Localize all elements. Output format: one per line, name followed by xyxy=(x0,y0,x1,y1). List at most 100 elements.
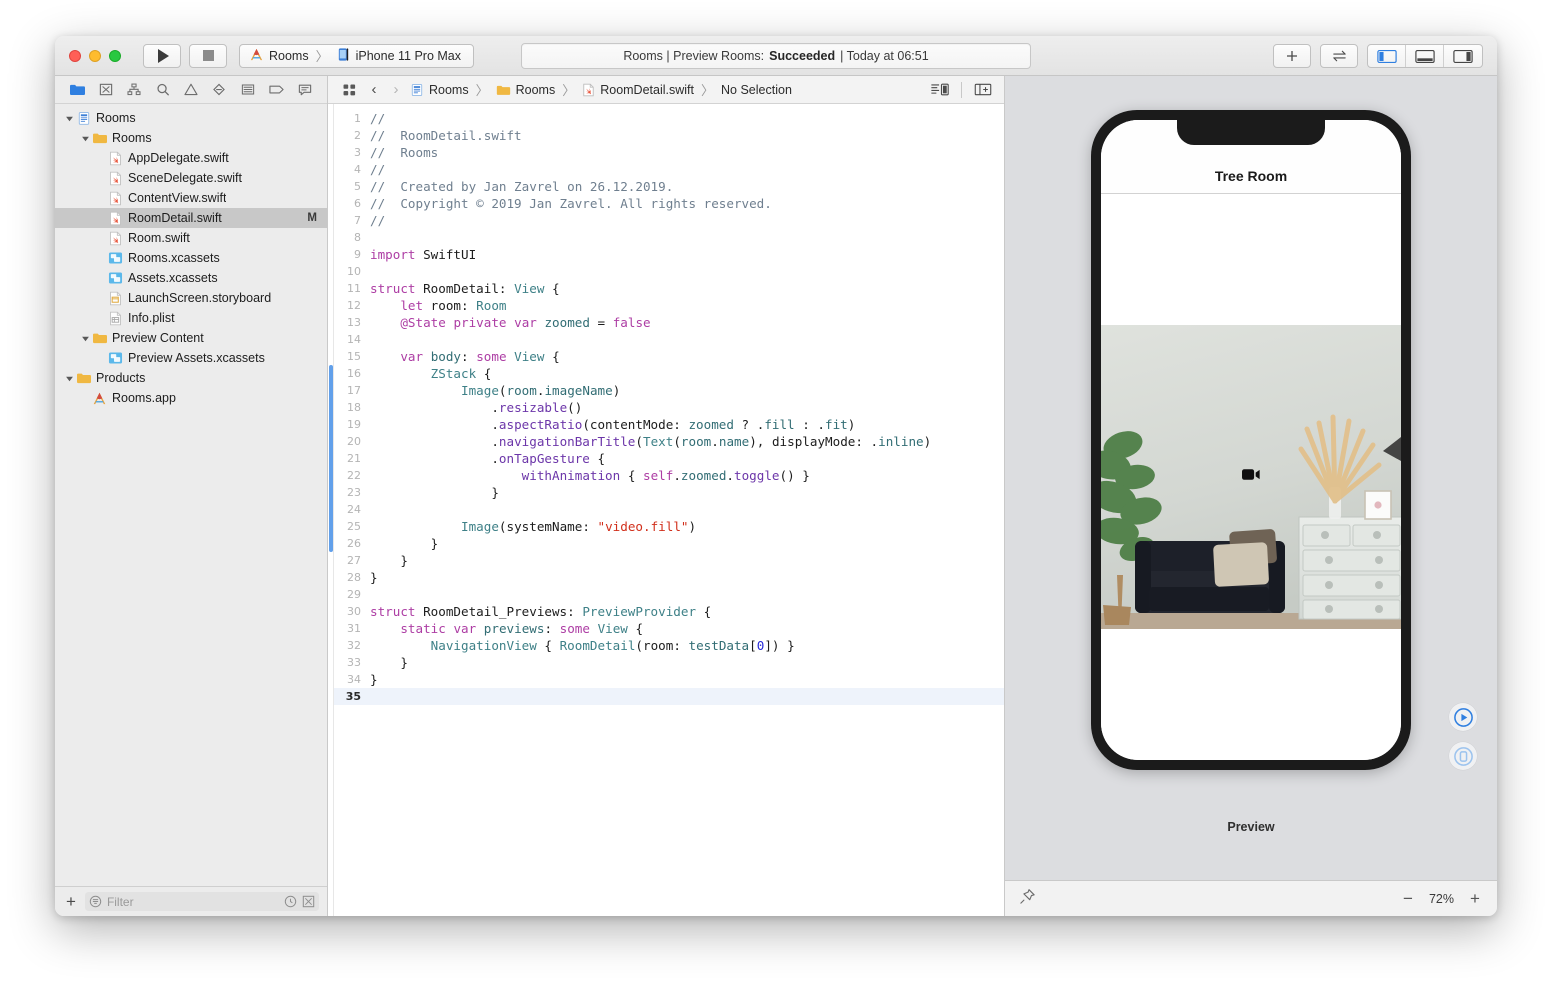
related-items-icon xyxy=(343,83,355,95)
code-line[interactable]: 21 .onTapGesture { xyxy=(334,450,1004,467)
project-navigator-tab[interactable] xyxy=(63,77,91,103)
minimize-window-button[interactable] xyxy=(89,49,101,62)
code-line[interactable]: 14 xyxy=(334,331,1004,348)
code-line[interactable]: 29 xyxy=(334,586,1004,603)
breakpoint-navigator-tab[interactable] xyxy=(262,77,290,103)
code-line[interactable]: 7 // xyxy=(334,212,1004,229)
source-control-navigator-tab[interactable] xyxy=(91,77,119,103)
disclosure-triangle-open[interactable] xyxy=(79,134,91,143)
filter-input[interactable]: Filter xyxy=(84,892,319,911)
add-file-button[interactable]: + xyxy=(63,893,79,910)
code-line[interactable]: 35 xyxy=(334,688,1004,705)
code-line[interactable]: 4 // xyxy=(334,161,1004,178)
tree-row[interactable]: Rooms.app xyxy=(55,388,327,408)
tree-row[interactable]: Rooms xyxy=(55,108,327,128)
code-line[interactable]: 32 NavigationView { RoomDetail(room: tes… xyxy=(334,637,1004,654)
pin-button[interactable] xyxy=(1019,888,1036,910)
tree-row[interactable]: AppDelegate.swift xyxy=(55,148,327,168)
code-line[interactable]: 30 struct RoomDetail_Previews: PreviewPro… xyxy=(334,603,1004,620)
toggle-inspector-button[interactable] xyxy=(1444,45,1482,67)
breadcrumb-label: RoomDetail.swift xyxy=(600,82,694,97)
code-line[interactable]: 27 } xyxy=(334,552,1004,569)
code-line[interactable]: 15 var body: some View { xyxy=(334,348,1004,365)
code-line[interactable]: 31 static var previews: some View { xyxy=(334,620,1004,637)
breadcrumb-item-project[interactable]: Rooms xyxy=(408,83,471,97)
code-line[interactable]: 1 // xyxy=(334,110,1004,127)
zoom-out-button[interactable]: − xyxy=(1400,889,1416,908)
code-line[interactable]: 13 @State private var zoomed = false xyxy=(334,314,1004,331)
go-back-button[interactable]: ‹ xyxy=(364,81,384,98)
recent-clock-icon[interactable] xyxy=(284,895,297,908)
status-bar[interactable]: Rooms | Preview Rooms: Succeeded | Today… xyxy=(521,42,1031,69)
tree-row[interactable]: Preview Assets.xcassets xyxy=(55,348,327,368)
code-line[interactable]: 10 xyxy=(334,263,1004,280)
code-line[interactable]: 16 ZStack { xyxy=(334,365,1004,382)
tree-row[interactable]: ContentView.swift xyxy=(55,188,327,208)
code-line[interactable]: 33 } xyxy=(334,654,1004,671)
test-navigator-tab[interactable] xyxy=(205,77,233,103)
swap-button[interactable] xyxy=(1320,44,1358,68)
disclosure-triangle-open[interactable] xyxy=(79,334,91,343)
code-line[interactable]: 20 .navigationBarTitle(Text(room.name), … xyxy=(334,433,1004,450)
disclosure-triangle-open[interactable] xyxy=(63,374,75,383)
code-line[interactable]: 9 import SwiftUI xyxy=(334,246,1004,263)
tree-row[interactable]: Products xyxy=(55,368,327,388)
add-editor-button[interactable] xyxy=(970,82,996,97)
code-line[interactable]: 2 // RoomDetail.swift xyxy=(334,127,1004,144)
tree-row[interactable]: Rooms.xcassets xyxy=(55,248,327,268)
code-editor[interactable]: 1 // 2 // RoomDetail.swift 3 // Rooms 4 // 5 // C… xyxy=(328,104,1004,916)
tree-row[interactable]: RoomDetail.swift M xyxy=(55,208,327,228)
find-navigator-tab[interactable] xyxy=(148,77,176,103)
close-window-button[interactable] xyxy=(69,49,81,62)
code-line[interactable]: 28} xyxy=(334,569,1004,586)
tree-row[interactable]: Info.plist xyxy=(55,308,327,328)
code-line[interactable]: 5 // Created by Jan Zavrel on 26.12.2019. xyxy=(334,178,1004,195)
code-line[interactable]: 24 xyxy=(334,501,1004,518)
code-line[interactable]: 19 .aspectRatio(contentMode: zoomed ? .f… xyxy=(334,416,1004,433)
tree-row[interactable]: Assets.xcassets xyxy=(55,268,327,288)
code-line[interactable]: 34} xyxy=(334,671,1004,688)
project-file-tree[interactable]: Rooms Rooms AppDelegate.swift SceneDelegate… xyxy=(55,104,327,886)
go-forward-button[interactable]: › xyxy=(386,81,406,98)
toggle-debug-area-button[interactable] xyxy=(1406,45,1444,67)
zoom-in-button[interactable]: + xyxy=(1467,889,1483,908)
preview-on-device-button[interactable] xyxy=(1449,742,1477,770)
report-navigator-tab[interactable] xyxy=(291,77,319,103)
breadcrumb-item-group[interactable]: Rooms xyxy=(494,83,558,97)
live-preview-button[interactable] xyxy=(1449,703,1477,731)
code-line[interactable]: 26 } xyxy=(334,535,1004,552)
source-code[interactable]: 1 // 2 // RoomDetail.swift 3 // Rooms 4 // 5 // C… xyxy=(334,104,1004,916)
code-line[interactable]: 11 struct RoomDetail: View { xyxy=(334,280,1004,297)
issue-navigator-tab[interactable] xyxy=(177,77,205,103)
preview-device[interactable]: Tree Room xyxy=(1091,110,1411,770)
editor-options-button[interactable] xyxy=(927,82,953,97)
code-line[interactable]: 3 // Rooms xyxy=(334,144,1004,161)
code-line[interactable]: 23 } xyxy=(334,484,1004,501)
tree-row[interactable]: Preview Content xyxy=(55,328,327,348)
run-button[interactable] xyxy=(143,43,181,68)
source-control-filter-icon[interactable] xyxy=(302,895,315,908)
tree-row[interactable]: Room.swift xyxy=(55,228,327,248)
scheme-selector[interactable]: Rooms 〉 iPhone 11 Pro Max xyxy=(239,43,474,68)
debug-navigator-tab[interactable] xyxy=(234,77,262,103)
stop-button[interactable] xyxy=(189,43,227,68)
code-line[interactable]: 8 xyxy=(334,229,1004,246)
tree-row[interactable]: LaunchScreen.storyboard xyxy=(55,288,327,308)
code-line[interactable]: 22 withAnimation { self.zoomed.toggle() … xyxy=(334,467,1004,484)
tree-row[interactable]: SceneDelegate.swift xyxy=(55,168,327,188)
tree-row[interactable]: Rooms xyxy=(55,128,327,148)
code-line[interactable]: 6 // Copyright © 2019 Jan Zavrel. All rig… xyxy=(334,195,1004,212)
disclosure-triangle-open[interactable] xyxy=(63,114,75,123)
zoom-window-button[interactable] xyxy=(109,49,121,62)
add-button[interactable] xyxy=(1273,44,1311,68)
code-line[interactable]: 25 Image(systemName: "video.fill") xyxy=(334,518,1004,535)
related-items-button[interactable] xyxy=(336,83,362,97)
code-line[interactable]: 12 let room: Room xyxy=(334,297,1004,314)
symbol-navigator-tab[interactable] xyxy=(120,77,148,103)
breadcrumb-item-selection[interactable]: No Selection xyxy=(719,83,794,97)
breadcrumb-item-file[interactable]: RoomDetail.swift xyxy=(580,83,696,97)
code-line[interactable]: 17 Image(room.imageName) xyxy=(334,382,1004,399)
code-line[interactable]: 18 .resizable() xyxy=(334,399,1004,416)
code-line-text: } xyxy=(370,655,408,670)
toggle-navigator-button[interactable] xyxy=(1368,45,1406,67)
